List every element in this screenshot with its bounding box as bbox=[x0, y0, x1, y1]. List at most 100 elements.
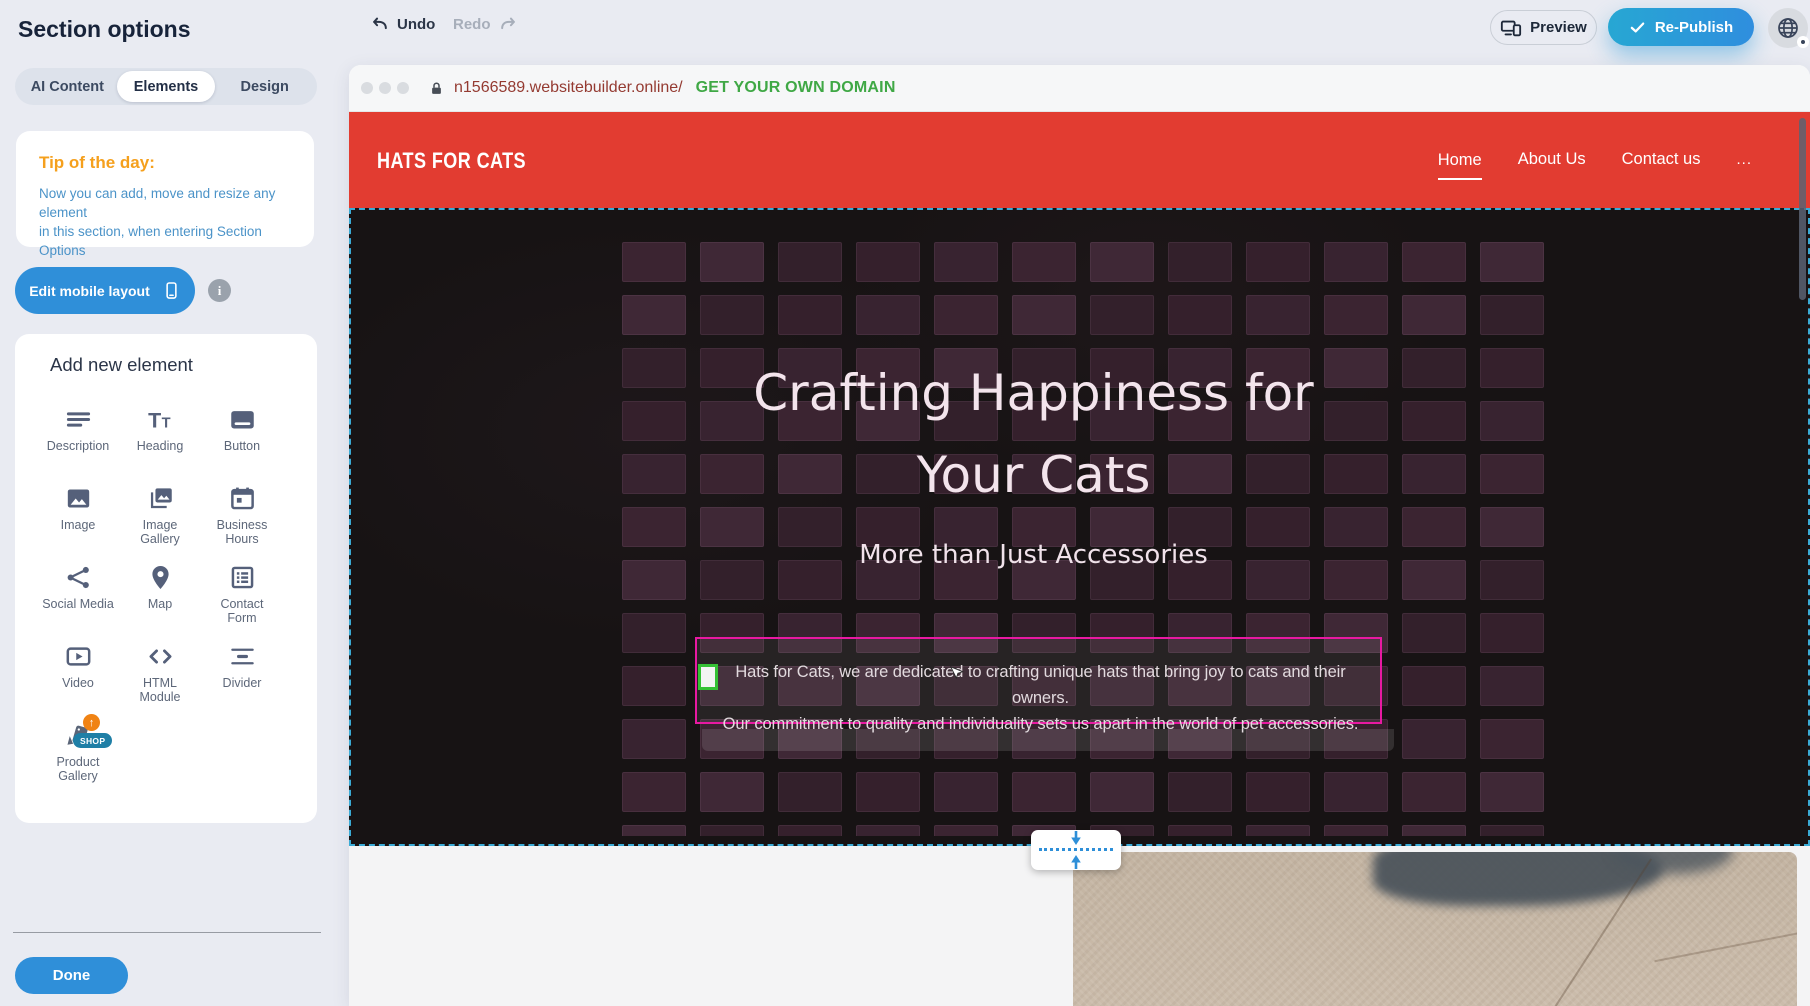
tip-of-the-day-card: Tip of the day: Now you can add, move an… bbox=[16, 131, 314, 247]
element-grid: Description TTHeading Button Image Image Gal… bbox=[37, 398, 283, 793]
add-element-contact-form[interactable]: Contact Form bbox=[201, 556, 283, 635]
site-viewport: HATS FOR CATS HomeAbout UsContact us... … bbox=[349, 112, 1810, 1006]
hero-tile bbox=[1168, 772, 1232, 812]
hero-tile bbox=[1324, 295, 1388, 335]
devices-icon bbox=[1500, 17, 1522, 39]
element-label: Product Gallery bbox=[56, 755, 99, 783]
done-button[interactable]: Done bbox=[15, 957, 128, 994]
add-element-title: Add new element bbox=[50, 354, 193, 376]
site-nav: Home About Us Contact us... bbox=[1438, 112, 1752, 208]
panel-tabs[interactable]: AI ContentElementsDesign bbox=[15, 68, 317, 105]
add-element-heading[interactable]: TTHeading bbox=[119, 398, 201, 477]
site-logo[interactable]: HATS FOR CATS bbox=[377, 148, 526, 174]
next-section[interactable] bbox=[349, 846, 1810, 1006]
add-element-product-gallery[interactable]: Product Gallery↑SHOP bbox=[37, 714, 119, 793]
hero-tile bbox=[1246, 295, 1310, 335]
add-element-html-module[interactable]: HTML Module bbox=[119, 635, 201, 714]
hero-tile bbox=[856, 242, 920, 282]
mobile-phone-icon bbox=[162, 281, 181, 300]
hero-tile bbox=[778, 242, 842, 282]
add-element-map[interactable]: Map bbox=[119, 556, 201, 635]
element-label: HTML Module bbox=[140, 676, 181, 704]
browser-chrome-bar: n1566589.websitebuilder.online/ GET YOUR… bbox=[349, 65, 1810, 112]
preview-button[interactable]: Preview bbox=[1490, 10, 1597, 45]
hero-tile bbox=[1246, 242, 1310, 282]
url-text[interactable]: n1566589.websitebuilder.online/ bbox=[454, 79, 683, 97]
hero-heading-line2: Your Cats bbox=[351, 434, 1716, 516]
html-module-icon bbox=[147, 643, 174, 670]
hero-tile bbox=[700, 242, 764, 282]
nav-item-about-us[interactable]: About Us bbox=[1518, 150, 1586, 171]
nav-item-home[interactable]: Home bbox=[1438, 151, 1482, 180]
text-element-selection-box[interactable]: Hats for Cats, we are dedicated to craft… bbox=[695, 637, 1382, 724]
element-resize-handle[interactable] bbox=[698, 664, 718, 690]
panel-divider bbox=[13, 932, 321, 933]
hero-tile bbox=[1324, 825, 1388, 836]
tab-elements[interactable]: Elements bbox=[117, 71, 216, 102]
get-your-own-domain-link[interactable]: GET YOUR OWN DOMAIN bbox=[696, 79, 896, 97]
hero-tile bbox=[1012, 772, 1076, 812]
hero-heading[interactable]: Crafting Happiness for Your Cats bbox=[351, 352, 1716, 516]
svg-text:T: T bbox=[161, 415, 170, 431]
divider-icon bbox=[229, 643, 256, 670]
republish-button[interactable]: Re-Publish bbox=[1608, 8, 1754, 46]
hero-tile bbox=[934, 772, 998, 812]
hero-tile bbox=[934, 295, 998, 335]
hero-tile bbox=[1090, 295, 1154, 335]
preview-label: Preview bbox=[1530, 19, 1587, 36]
hero-tile bbox=[622, 295, 686, 335]
language-globe-button[interactable] bbox=[1768, 8, 1808, 48]
hero-tile bbox=[622, 825, 686, 836]
element-label: Image Gallery bbox=[140, 518, 180, 546]
hero-tile bbox=[1168, 242, 1232, 282]
business-hours-icon bbox=[229, 485, 256, 512]
hero-tile bbox=[856, 772, 920, 812]
hero-tile bbox=[622, 666, 686, 706]
globe-badge bbox=[1797, 36, 1809, 48]
add-element-image-gallery[interactable]: Image Gallery bbox=[119, 477, 201, 556]
tile-seam-line bbox=[1654, 928, 1797, 962]
hero-heading-line1: Crafting Happiness for bbox=[351, 352, 1716, 434]
hero-tile bbox=[1480, 295, 1544, 335]
element-label: Divider bbox=[223, 676, 262, 690]
hero-tile bbox=[700, 825, 764, 836]
element-label: Image bbox=[61, 518, 96, 532]
heading-icon: TT bbox=[147, 406, 174, 433]
add-element-image[interactable]: Image bbox=[37, 477, 119, 556]
browser-scrollbar-thumb[interactable] bbox=[1799, 118, 1806, 300]
hero-tile bbox=[1168, 295, 1232, 335]
hero-section-selected[interactable]: Crafting Happiness for Your Cats More th… bbox=[349, 208, 1810, 846]
hero-tile bbox=[1480, 772, 1544, 812]
element-label: Button bbox=[224, 439, 260, 453]
add-element-description[interactable]: Description bbox=[37, 398, 119, 477]
add-element-button[interactable]: Button bbox=[201, 398, 283, 477]
nav-item-contact-us[interactable]: Contact us bbox=[1622, 150, 1701, 171]
section-resize-widget[interactable] bbox=[1031, 830, 1121, 870]
add-element-divider[interactable]: Divider bbox=[201, 635, 283, 714]
info-icon[interactable]: i bbox=[208, 279, 231, 302]
undo-button[interactable]: Undo bbox=[370, 14, 435, 34]
edit-mobile-layout-button[interactable]: Edit mobile layout bbox=[15, 267, 195, 314]
hero-body-text[interactable]: Hats for Cats, we are dedicated to craft… bbox=[707, 659, 1374, 737]
image-icon bbox=[65, 485, 92, 512]
hero-tile bbox=[1480, 613, 1544, 653]
redo-icon bbox=[498, 14, 518, 34]
window-dot bbox=[379, 82, 391, 94]
hero-tile bbox=[1402, 613, 1466, 653]
undo-label: Undo bbox=[397, 16, 435, 33]
tab-ai-content[interactable]: AI Content bbox=[18, 71, 117, 102]
tab-design[interactable]: Design bbox=[215, 71, 314, 102]
add-element-social-media[interactable]: Social Media bbox=[37, 556, 119, 635]
hero-subheading[interactable]: More than Just Accessories bbox=[351, 540, 1716, 570]
hero-tile bbox=[700, 295, 764, 335]
element-label: Description bbox=[47, 439, 110, 453]
hero-tile bbox=[1402, 242, 1466, 282]
nav-more-menu[interactable]: ... bbox=[1736, 151, 1752, 170]
lock-icon bbox=[429, 80, 444, 97]
add-element-video[interactable]: Video bbox=[37, 635, 119, 714]
redo-button[interactable]: Redo bbox=[453, 14, 518, 34]
pavement-image bbox=[1073, 852, 1797, 1006]
hero-tile bbox=[1402, 772, 1466, 812]
add-element-business-hours[interactable]: Business Hours bbox=[201, 477, 283, 556]
hero-tile bbox=[1402, 825, 1466, 836]
